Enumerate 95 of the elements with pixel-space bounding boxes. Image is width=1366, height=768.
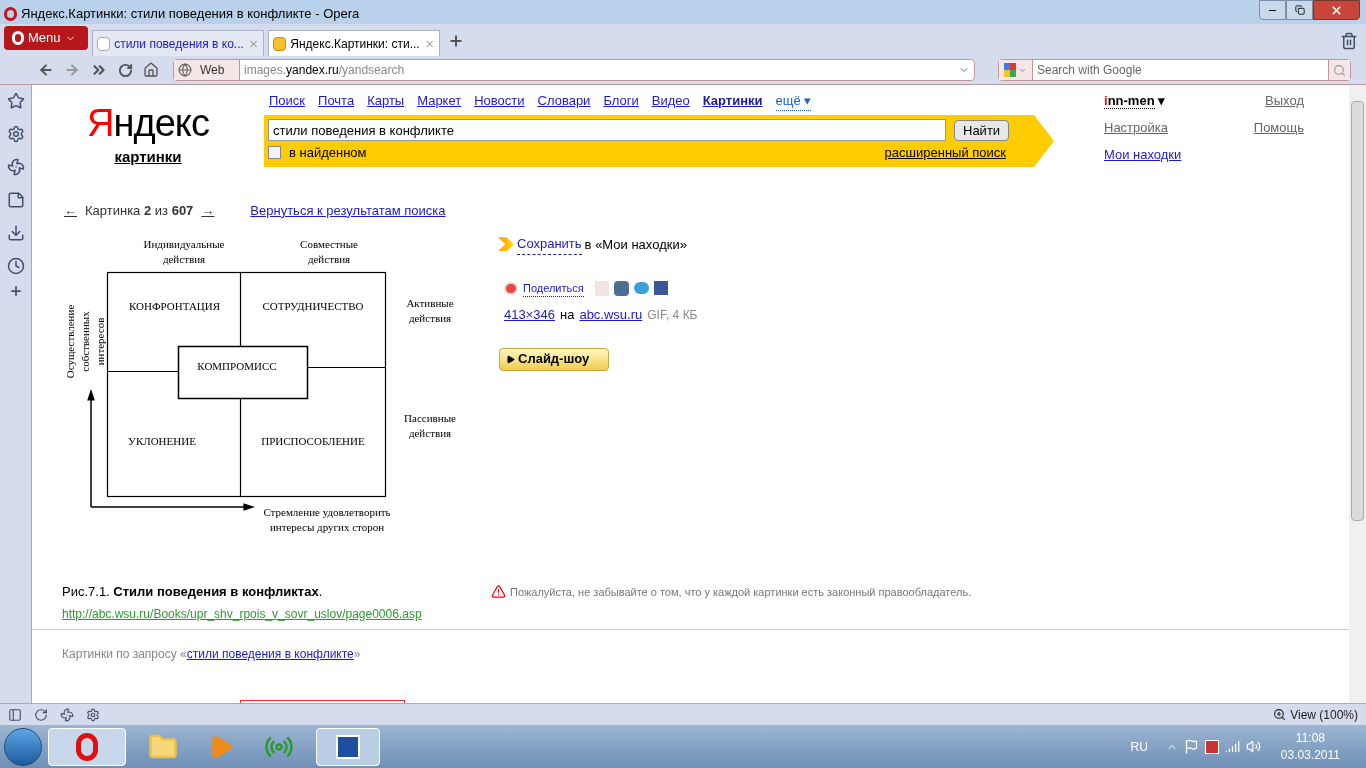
save-target-text: в «Мои находки» bbox=[584, 235, 687, 254]
fan-icon[interactable] bbox=[60, 707, 74, 722]
tab-favicon-icon bbox=[97, 36, 111, 51]
browser-tab[interactable]: стили поведения в ко... bbox=[92, 30, 264, 56]
site-link[interactable]: abc.wsu.ru bbox=[579, 305, 643, 325]
task-manager-icon[interactable] bbox=[1204, 739, 1219, 754]
checkbox-label: в найденном bbox=[289, 144, 367, 162]
signal-icon[interactable] bbox=[1224, 739, 1240, 754]
caption-text: Рис.7.1. Стили поведения в конфликтах. bbox=[62, 583, 324, 601]
notice-text: Пожалуйста, не забывайте о том, что у каждой картинки есть законный правообладатель. bbox=[510, 585, 972, 600]
my-finds-link[interactable]: Мои находки bbox=[1104, 145, 1204, 169]
diagram-label: Осуществление собственных интересов bbox=[62, 303, 107, 381]
sync-icon[interactable] bbox=[34, 707, 48, 722]
globe-icon bbox=[178, 63, 192, 77]
nav-link[interactable]: Новости bbox=[474, 91, 525, 111]
nav-link[interactable]: Блоги bbox=[603, 91, 639, 111]
diagram-cell-label: КОНФРОНТАЦИЯ bbox=[127, 299, 222, 314]
share-link[interactable]: Поделиться bbox=[523, 279, 584, 297]
browser-tab[interactable]: Яндекс.Картинки: сти... bbox=[268, 30, 440, 56]
nav-link[interactable]: Картинки bbox=[702, 91, 763, 111]
diagram-label: Совместные действия bbox=[299, 237, 359, 267]
close-button[interactable] bbox=[1313, 0, 1360, 20]
size-link[interactable]: 413×346 bbox=[504, 305, 555, 325]
prev-link[interactable]: ← bbox=[64, 200, 77, 220]
search-input[interactable]: Search with Google bbox=[1033, 61, 1328, 79]
volume-icon[interactable] bbox=[1245, 739, 1261, 754]
diagram-label: Индивидуальные действия bbox=[142, 237, 226, 267]
help-link[interactable]: Помощь bbox=[1204, 118, 1304, 142]
add-panel-icon[interactable] bbox=[8, 284, 23, 298]
on-text: на bbox=[560, 306, 575, 324]
close-icon bbox=[1330, 3, 1343, 17]
scrollbar[interactable] bbox=[1349, 85, 1366, 703]
download-icon[interactable] bbox=[6, 224, 25, 242]
find-button[interactable]: Найти bbox=[954, 119, 1010, 141]
nav-link[interactable]: Поиск bbox=[269, 91, 306, 111]
panel-toggle-icon[interactable] bbox=[8, 707, 22, 722]
query-field[interactable]: стили поведения в конфликте bbox=[268, 119, 946, 141]
restore-icon bbox=[1294, 5, 1305, 15]
nav-link[interactable]: Почта bbox=[318, 91, 355, 111]
format-text: GIF, 4 КБ bbox=[647, 306, 698, 324]
tab-favicon-icon bbox=[273, 36, 287, 51]
user-name[interactable]: inn-men ▾ bbox=[1104, 91, 1204, 115]
gear-icon[interactable] bbox=[86, 707, 100, 722]
nav-link[interactable]: Видео bbox=[651, 91, 690, 111]
next-link[interactable]: → bbox=[201, 200, 215, 220]
chevron-icon bbox=[498, 237, 514, 252]
source-link[interactable]: http://abc.wsu.ru/Books/upr_shv_rpois_v_sovr_uslov/page0006.asp bbox=[62, 604, 492, 623]
diagram-label: Активные действия bbox=[405, 296, 455, 326]
related-query-text: Картинки по запросу «стили поведения в конфликте» bbox=[62, 646, 361, 661]
nav-link[interactable]: Словари bbox=[537, 91, 591, 111]
diagram-cell-label: УКЛОНЕНИЕ bbox=[127, 434, 197, 449]
bird-icon[interactable] bbox=[633, 282, 649, 295]
diagram-center-label: КОМПРОМИСС bbox=[196, 359, 278, 374]
share-icon bbox=[504, 281, 518, 295]
zoom-icon bbox=[1273, 708, 1287, 721]
logout-link[interactable]: Выход bbox=[1204, 91, 1304, 115]
home-icon[interactable] bbox=[143, 62, 159, 78]
settings-link[interactable]: Настройка bbox=[1104, 118, 1204, 142]
new-tab-icon[interactable] bbox=[448, 33, 464, 49]
back-to-results-link[interactable]: Вернуться к результатам поиска bbox=[250, 200, 446, 220]
note-icon[interactable] bbox=[6, 191, 25, 209]
scheme-label: Web bbox=[200, 62, 225, 79]
warning-icon bbox=[491, 584, 506, 599]
diagram-cell-label: ПРИСПОСОБЛЕНИЕ bbox=[260, 434, 366, 449]
slideshow-button[interactable]: Слайд-шоу bbox=[499, 347, 609, 371]
diagram-label: Стремление удовлетворить интересы других сторон bbox=[262, 505, 392, 535]
zoom-control[interactable]: View (100%) bbox=[1273, 705, 1358, 724]
diagram-cell-label: СОТРУДНИЧЕСТВО bbox=[261, 299, 365, 314]
save-link[interactable]: Сохранить bbox=[517, 234, 582, 255]
nav-link[interactable]: Карты bbox=[367, 91, 405, 111]
clock-icon[interactable] bbox=[6, 257, 25, 275]
window-title: Яндекс.Картинки: стили поведения в конфликте - Opera bbox=[21, 5, 360, 23]
start-button[interactable] bbox=[4, 727, 42, 766]
play-icon bbox=[506, 354, 515, 364]
restore-button[interactable] bbox=[1286, 0, 1313, 20]
diagram-label: Пассивные действия bbox=[403, 411, 457, 441]
url-text: images.yandex.ru/yandsearch bbox=[243, 62, 405, 79]
advanced-search-link[interactable]: расширенный поиск bbox=[884, 143, 1006, 163]
back-icon[interactable] bbox=[38, 62, 54, 78]
checkbox[interactable] bbox=[268, 146, 281, 160]
flag-icon[interactable] bbox=[1183, 739, 1199, 754]
reload-icon[interactable] bbox=[118, 62, 133, 78]
nav-link[interactable]: Маркет bbox=[417, 91, 462, 111]
related-query-link[interactable]: стили поведения в конфликте bbox=[186, 646, 354, 661]
menu-button[interactable]: Menu bbox=[4, 26, 88, 50]
address-field[interactable]: Web images.yandex.ru/yandsearch bbox=[173, 59, 975, 81]
service-link[interactable]: картинки bbox=[114, 146, 182, 169]
fan-icon[interactable] bbox=[6, 158, 25, 176]
yandex-logo[interactable]: Яндекс bbox=[87, 104, 209, 142]
more-link[interactable]: ещё ▾ bbox=[775, 90, 812, 112]
pager-text: Картинка 2 из 607 bbox=[85, 201, 194, 220]
search-engine-field[interactable]: Search with Google bbox=[998, 59, 1351, 81]
gear-icon[interactable] bbox=[6, 125, 25, 143]
star-icon[interactable] bbox=[6, 92, 25, 110]
trash-icon[interactable] bbox=[1340, 32, 1358, 50]
